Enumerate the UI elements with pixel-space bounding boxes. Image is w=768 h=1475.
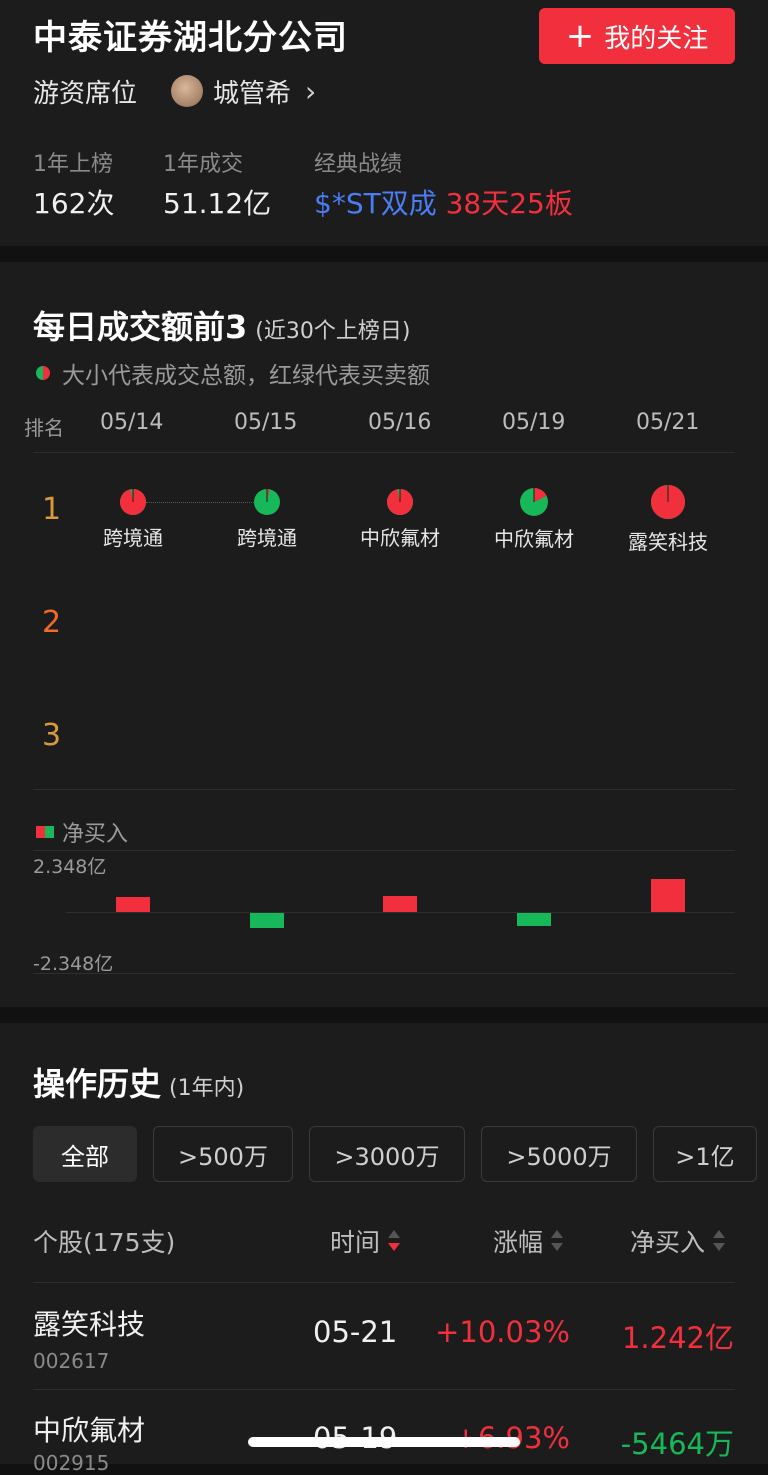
filter-1yi[interactable]: >1亿 [653, 1126, 757, 1182]
filter-5000w[interactable]: >5000万 [481, 1126, 637, 1182]
buy-sell-pie [120, 489, 146, 515]
home-indicator[interactable] [248, 1437, 520, 1447]
filter-3000w[interactable]: >3000万 [309, 1126, 465, 1182]
net-buy-bar [517, 913, 551, 927]
size-color-legend: 大小代表成交总额，红绿代表买卖额 [36, 356, 430, 390]
divider [33, 1389, 735, 1390]
history-subtitle: (1年内) [169, 1076, 245, 1101]
pie-stock-label: 露笑科技 [628, 530, 708, 554]
pie-cell[interactable]: 露笑科技 [608, 484, 728, 555]
column-net: 净买入 [630, 1228, 706, 1257]
sort-icon [551, 1229, 564, 1253]
row-stock-name: 中欣氟材 [33, 1414, 146, 1447]
daily-top3-subtitle: (近30个上榜日) [255, 319, 411, 344]
red-green-square-icon [36, 826, 54, 838]
axis-min-label: -2.348亿 [33, 953, 114, 975]
divider [33, 452, 735, 453]
classic-record-label: 经典战绩 [314, 152, 403, 177]
pie-stock-label: 跨境通 [237, 526, 297, 550]
divider [33, 789, 735, 790]
net-buy-bar [383, 896, 417, 912]
daily-top3-card: 每日成交额前3 (近30个上榜日) 大小代表成交总额，红绿代表买卖额 排名 05/… [0, 262, 768, 1007]
stat-value-turnover: 51.12亿 [163, 187, 272, 220]
zero-line [66, 912, 735, 913]
column-net-sort[interactable]: 净买入 [630, 1223, 726, 1259]
column-change: 涨幅 [493, 1228, 544, 1257]
stat-label-turnover: 1年成交 [163, 152, 243, 177]
sort-icon [713, 1229, 726, 1253]
pie-stock-label: 中欣氟材 [360, 526, 440, 550]
avatar [171, 75, 204, 107]
buy-sell-pie [651, 485, 685, 519]
classic-record-value: 38天25板 [445, 187, 573, 220]
rank-1: 1 [42, 492, 62, 527]
buy-sell-pie [254, 489, 280, 515]
row-net-buy: -5464万 [620, 1427, 734, 1461]
sort-desc-icon [388, 1229, 401, 1253]
history-title: 操作历史 [33, 1065, 162, 1103]
legend-note-text: 大小代表成交总额，红绿代表买卖额 [62, 363, 430, 389]
classic-stock-link[interactable]: $*ST双成 [314, 187, 437, 220]
filter-all[interactable]: 全部 [33, 1126, 137, 1182]
half-circle-icon [36, 366, 50, 380]
axis-max-label: 2.348亿 [33, 856, 107, 878]
trader-name: 城管希 [213, 78, 292, 109]
net-buy-bar [116, 897, 150, 912]
column-stock: 个股(175支) [33, 1228, 176, 1257]
section-title-daily-top3: 每日成交额前3 (近30个上榜日) [33, 302, 410, 348]
stat-value-listings: 162次 [33, 187, 115, 220]
rank-header: 排名 [24, 416, 64, 440]
divider [33, 1282, 735, 1283]
seat-info-card: 中泰证券湖北分公司 + 我的关注 游资席位 城管希 › 1年上榜 162次 1年… [0, 0, 768, 246]
follow-button[interactable]: + 我的关注 [539, 8, 735, 64]
plus-icon: + [565, 16, 595, 56]
buy-sell-pie [520, 488, 548, 516]
pie-cell[interactable]: 跨境通 [73, 488, 193, 551]
section-title-history: 操作历史 (1年内) [33, 1059, 244, 1105]
filter-500w[interactable]: >500万 [153, 1126, 293, 1182]
date-header: 05/16 [368, 410, 432, 435]
pie-cell[interactable]: 中欣氟材 [474, 487, 594, 552]
date-header: 05/21 [636, 410, 700, 435]
pie-stock-label: 跨境通 [103, 526, 163, 550]
history-card: 操作历史 (1年内) 全部 >500万 >3000万 >5000万 >1亿 个股(… [0, 1023, 768, 1475]
rank-3: 3 [42, 718, 62, 753]
date-header: 05/19 [502, 410, 566, 435]
date-header: 05/14 [100, 410, 164, 435]
rank-2: 2 [42, 605, 62, 640]
buy-sell-pie [387, 489, 413, 515]
page-title: 中泰证券湖北分公司 [33, 18, 348, 58]
column-time-sort[interactable]: 时间 [330, 1223, 401, 1259]
row-change: +10.03% [435, 1315, 570, 1349]
trader-row[interactable]: 游资席位 城管希 › [33, 72, 316, 110]
net-buy-legend: 净买入 [36, 816, 128, 848]
stat-label-listings: 1年上榜 [33, 152, 113, 177]
daily-top3-title: 每日成交额前3 [33, 308, 248, 346]
net-buy-bar [250, 913, 284, 928]
row-stock-name: 露笑科技 [33, 1308, 146, 1341]
chevron-right-icon: › [305, 74, 317, 108]
gridline-bottom [33, 973, 735, 974]
row-stock-code: 002915 [33, 1451, 110, 1475]
seat-category: 游资席位 [33, 78, 138, 109]
gridline-top [33, 850, 735, 851]
row-time: 05-21 [313, 1315, 398, 1349]
classic-record[interactable]: $*ST双成 38天25板 [314, 182, 573, 222]
net-buy-bar [651, 879, 685, 912]
row-net-buy: 1.242亿 [621, 1321, 734, 1355]
pie-cell[interactable]: 中欣氟材 [340, 488, 460, 551]
date-header: 05/15 [234, 410, 298, 435]
pie-cell[interactable]: 跨境通 [207, 488, 327, 551]
column-change-sort[interactable]: 涨幅 [493, 1223, 564, 1259]
net-buy-label: 净买入 [62, 822, 129, 847]
row-stock-code: 002617 [33, 1349, 110, 1373]
column-time: 时间 [330, 1228, 381, 1257]
pie-stock-label: 中欣氟材 [494, 527, 574, 551]
follow-button-label: 我的关注 [604, 23, 709, 54]
